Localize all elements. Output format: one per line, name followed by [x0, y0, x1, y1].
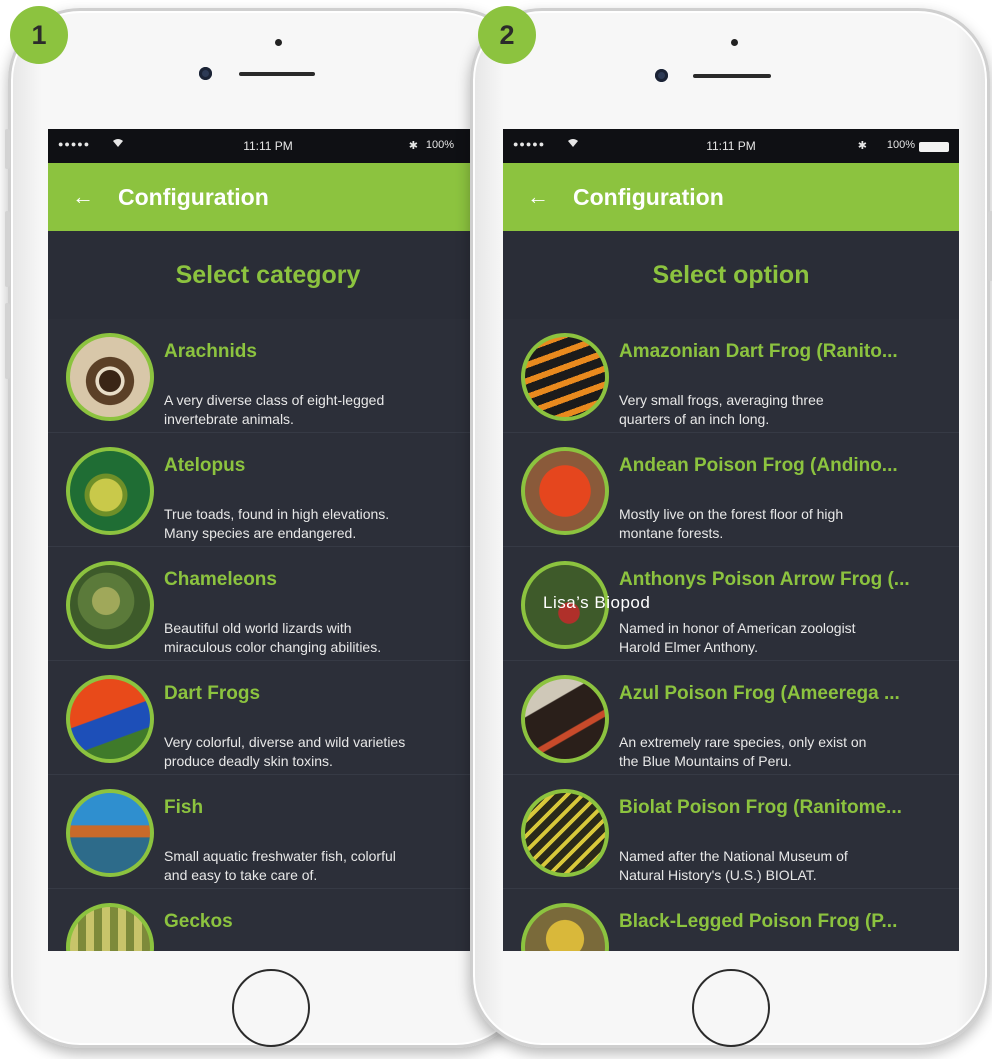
list-item-fish[interactable]: Fish Small aquatic freshwater fish, colo… [48, 775, 488, 889]
item-description: Very colorful, diverse and wild varietie… [164, 734, 406, 769]
option-list: Amazonian Dart Frog (Ranito... Very smal… [503, 319, 959, 951]
battery-percent: 100% [886, 139, 915, 151]
bluetooth-icon: ✱ [408, 140, 418, 152]
list-item-black-legged-poison-frog[interactable]: Black-Legged Poison Frog (P... [503, 889, 959, 951]
bluetooth-icon: ✱ [857, 140, 867, 152]
list-item-geckos[interactable]: Geckos [48, 889, 488, 951]
azul-frog-thumbnail [521, 675, 609, 763]
home-button[interactable] [232, 969, 310, 1047]
screen-option: ●●●●● 11:11 PM ✱ 100% ← Configuration Se… [503, 129, 959, 951]
proximity-sensor [275, 39, 282, 46]
item-description: Very small frogs, averaging three quarter… [619, 392, 824, 427]
phone-frame-right: ●●●●● 11:11 PM ✱ 100% ← Configuration Se… [470, 8, 992, 1048]
power-button [988, 211, 992, 281]
mute-switch [5, 129, 10, 169]
volume-up-button [5, 211, 10, 287]
list-item-amazonian-dart-frog[interactable]: Amazonian Dart Frog (Ranito... Very smal… [503, 319, 959, 433]
item-title: Anthonys Poison Arrow Frog (... [619, 569, 910, 590]
phone-frame-left: ●●●●● 11:11 PM ✱ 100% ← Configuration Se… [5, 8, 528, 1048]
biolat-frog-thumbnail [521, 789, 609, 877]
item-description: A very diverse class of eight-legged inve… [164, 392, 385, 427]
app-bar-title: Configuration [118, 183, 269, 210]
andean-frog-thumbnail [521, 447, 609, 535]
front-camera [655, 69, 668, 82]
volume-down-button [5, 303, 10, 379]
watermark-text: Lisa’s Biopod [543, 593, 651, 612]
item-description: Beautiful old world lizards with miraculo… [164, 620, 382, 655]
item-title: Amazonian Dart Frog (Ranito... [619, 341, 898, 362]
category-list: Arachnids A very diverse class of eight-… [48, 319, 488, 951]
list-item-arachnids[interactable]: Arachnids A very diverse class of eight-… [48, 319, 488, 433]
gecko-thumbnail [66, 903, 154, 951]
status-bar: ●●●●● 11:11 PM ✱ 100% [48, 129, 488, 163]
chameleon-thumbnail [66, 561, 154, 649]
back-arrow-icon[interactable]: ← [48, 184, 118, 210]
app-bar-title: Configuration [573, 183, 724, 210]
black-legged-frog-thumbnail [521, 903, 609, 951]
list-item-dart-frogs[interactable]: Dart Frogs Very colorful, diverse and wi… [48, 661, 488, 775]
item-title: Dart Frogs [164, 683, 261, 704]
item-description: Named after the National Museum of Natura… [619, 848, 848, 883]
item-title: Black-Legged Poison Frog (P... [619, 911, 898, 932]
item-title: Fish [164, 797, 204, 818]
list-item-azul-poison-frog[interactable]: Azul Poison Frog (Ameerega ... An extrem… [503, 661, 959, 775]
item-title: Biolat Poison Frog (Ranitome... [619, 797, 902, 818]
proximity-sensor [731, 39, 738, 46]
amazonian-frog-thumbnail [521, 333, 609, 421]
list-item-andean-poison-frog[interactable]: Andean Poison Frog (Andino... Mostly liv… [503, 433, 959, 547]
list-item-atelopus[interactable]: Atelopus True toads, found in high eleva… [48, 433, 488, 547]
earpiece-speaker [239, 72, 315, 76]
item-title: Chameleons [164, 569, 277, 590]
item-description: An extremely rare species, only exist on… [619, 734, 867, 769]
status-bar: ●●●●● 11:11 PM ✱ 100% [503, 129, 959, 163]
earpiece-speaker [693, 74, 771, 78]
item-description: True toads, found in high elevations. Man… [164, 506, 390, 541]
item-title: Arachnids [164, 341, 257, 362]
item-description: Named in honor of American zoologist Haro… [619, 620, 856, 655]
dart-frog-thumbnail [66, 675, 154, 763]
step-badge-1: 1 [10, 6, 68, 64]
screen-category: ●●●●● 11:11 PM ✱ 100% ← Configuration Se… [48, 129, 488, 951]
item-description: Mostly live on the forest floor of high m… [619, 506, 844, 541]
item-title: Andean Poison Frog (Andino... [619, 455, 898, 476]
item-title: Azul Poison Frog (Ameerega ... [619, 683, 900, 704]
toad-thumbnail [66, 447, 154, 535]
arachnid-thumbnail [66, 333, 154, 421]
item-description: Small aquatic freshwater fish, colorful a… [164, 848, 396, 883]
back-arrow-icon[interactable]: ← [503, 184, 573, 210]
list-item-chameleons[interactable]: Chameleons Beautiful old world lizards w… [48, 547, 488, 661]
list-item-biolat-poison-frog[interactable]: Biolat Poison Frog (Ranitome... Named af… [503, 775, 959, 889]
battery-percent: 100% [425, 139, 454, 151]
section-title: Select option [503, 231, 959, 319]
home-button[interactable] [692, 969, 770, 1047]
status-time: 11:11 PM [243, 139, 293, 153]
step-badge-2: 2 [478, 6, 536, 64]
section-title: Select category [48, 231, 488, 319]
fish-thumbnail [66, 789, 154, 877]
battery-icon [919, 142, 949, 152]
front-camera [199, 67, 212, 80]
item-title: Atelopus [164, 455, 246, 476]
item-title: Geckos [164, 911, 233, 932]
app-bar: ← Configuration [503, 163, 959, 231]
app-bar: ← Configuration [48, 163, 488, 231]
